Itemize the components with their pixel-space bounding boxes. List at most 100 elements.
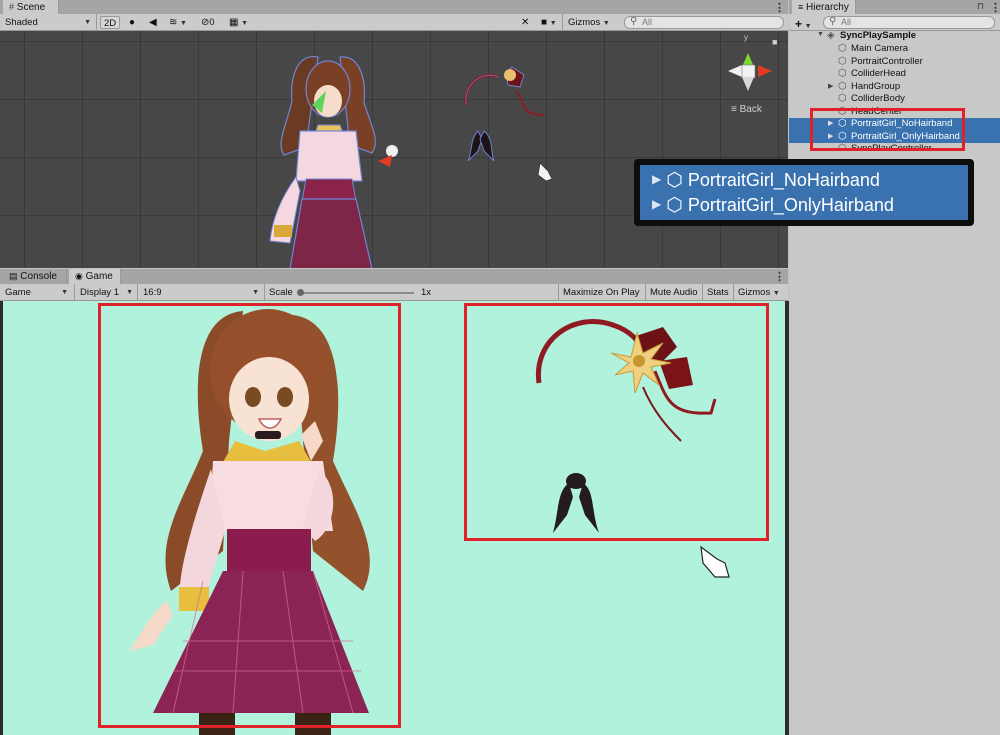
game-toolbar: Game ▼ Display 1 ▼ 16:9 ▼ Scale 1x Maxim… — [0, 284, 788, 301]
game-menu-icon[interactable]: ⋮ — [774, 270, 785, 283]
divider — [74, 284, 75, 301]
hierarchy-root-row[interactable]: ▼ ◈ SyncPlaySample — [789, 30, 1000, 43]
highlight-girl-box — [98, 303, 401, 728]
hierarchy-item-hand-group[interactable]: ▶ ⬡ HandGroup — [789, 81, 1000, 94]
mode-2d-toggle[interactable]: 2D — [100, 16, 121, 29]
orientation-gizmo[interactable] — [728, 53, 772, 91]
chevron-down-icon[interactable]: ▼ — [817, 31, 824, 38]
add-icon: + — [795, 17, 803, 31]
aspect-dropdown[interactable]: 16:9 ▼ — [140, 285, 262, 300]
tab-game[interactable]: ◉ Game — [69, 269, 121, 284]
zoom-callout: ▶ ⬡ PortraitGirl_NoHairband ▶ ⬡ Portrait… — [634, 159, 974, 226]
callout-item-onlyhairband: ▶ ⬡ PortraitGirl_OnlyHairband — [652, 194, 894, 218]
shading-mode-dropdown[interactable]: Shaded ▼ — [2, 15, 94, 30]
chevron-down-icon: ▼ — [772, 290, 780, 297]
divider — [702, 284, 703, 301]
scene-search-placeholder: All — [642, 17, 653, 27]
zoom-callout-inner: ▶ ⬡ PortraitGirl_NoHairband ▶ ⬡ Portrait… — [640, 165, 968, 220]
search-icon: ⚲ — [630, 16, 638, 27]
speaker-icon: ◀ — [149, 17, 157, 28]
hierarchy-item-collider-head[interactable]: ⬡ ColliderHead — [789, 68, 1000, 81]
scene-search-input[interactable]: ⚲ All — [624, 16, 784, 29]
gameobject-icon: ⬡ — [666, 170, 683, 191]
hierarchy-item-label: Main Camera — [851, 43, 909, 54]
hierarchy-search-input[interactable]: ⚲ All — [823, 16, 995, 29]
chevron-right-icon: ▶ — [652, 197, 662, 211]
tab-console[interactable]: ▤ Console — [3, 269, 67, 284]
unity-scene-icon: ◈ — [827, 30, 835, 41]
list-icon: ≡ — [798, 2, 804, 12]
tools-toggle[interactable]: ✕ — [518, 15, 532, 30]
gizmos-dropdown[interactable]: Gizmos ▼ — [565, 15, 613, 30]
gameobject-icon: ⬡ — [666, 195, 683, 216]
display-label: Display 1 — [80, 287, 120, 298]
camera-dropdown[interactable]: ■ ▼ — [538, 15, 560, 30]
mute-audio-toggle[interactable]: Mute Audio — [647, 285, 701, 300]
game-viewport[interactable] — [3, 301, 785, 735]
scale-slider[interactable] — [297, 289, 414, 296]
scale-slider-thumb[interactable] — [297, 289, 304, 296]
scene-girl-figure[interactable] — [269, 56, 376, 268]
divider — [96, 14, 97, 31]
chevron-right-icon[interactable]: ▶ — [828, 82, 833, 90]
shading-mode-label: Shaded — [5, 17, 38, 28]
gizmos-label: Gizmos — [568, 17, 601, 28]
stats-toggle[interactable]: Stats — [704, 285, 732, 300]
console-icon: ▤ — [9, 271, 18, 281]
hierarchy-item-collider-body[interactable]: ⬡ ColliderBody — [789, 93, 1000, 106]
view-mode-dropdown[interactable]: Game ▼ — [2, 285, 72, 300]
divider — [562, 14, 563, 31]
callout-item-label: PortraitGirl_OnlyHairband — [687, 195, 894, 215]
divider — [733, 284, 734, 301]
chevron-down-icon: ▼ — [602, 20, 610, 27]
chevron-down-icon: ▼ — [84, 19, 91, 26]
hierarchy-item-portrait-controller[interactable]: ⬡ PortraitController — [789, 56, 1000, 69]
highlight-hierarchy-box — [810, 108, 965, 151]
tab-game-label: Game — [85, 271, 113, 282]
tab-scene[interactable]: # Scene — [3, 0, 59, 15]
hierarchy-panel: ≡ Hierarchy ⊓ ⋮ + ▼ ⚲ All ▼ ◈ SyncPlaySa… — [789, 0, 1000, 735]
hand-cursor-icon — [700, 545, 730, 578]
hierarchy-item-label: ColliderBody — [851, 93, 905, 104]
chevron-down-icon: ▼ — [180, 20, 187, 27]
hidden-objects-toggle[interactable]: ⊘0 — [198, 15, 217, 30]
audio-toggle[interactable]: ◀ — [146, 15, 160, 30]
lock-icon[interactable]: ■ — [772, 37, 777, 47]
divider — [264, 284, 265, 301]
mode-2d-label: 2D — [104, 18, 117, 29]
scale-label: Scale — [269, 287, 293, 298]
callout-item-label: PortraitGirl_NoHairband — [687, 170, 880, 190]
divider — [137, 284, 138, 301]
chevron-down-icon: ▼ — [804, 23, 812, 30]
tab-hierarchy[interactable]: ≡ Hierarchy — [792, 0, 856, 15]
gameobject-icon: ⬡ — [838, 43, 847, 54]
gameobject-icon: ⬡ — [838, 80, 847, 92]
grid-dropdown[interactable]: ▦ ▼ — [226, 15, 251, 30]
scene-hand-gizmo[interactable] — [537, 162, 553, 182]
scene-hairband-object[interactable] — [464, 66, 545, 116]
grid-icon: # — [9, 2, 15, 12]
camera-icon: ■ — [541, 17, 548, 28]
lighting-toggle[interactable]: ● — [126, 15, 138, 30]
back-label[interactable]: ≡ Back — [731, 104, 762, 115]
display-dropdown[interactable]: Display 1 ▼ — [77, 285, 135, 300]
scene-viewport[interactable]: ■ y ≡ Back — [0, 31, 788, 268]
hierarchy-item-label: HandGroup — [851, 80, 901, 92]
search-icon: ⚲ — [829, 16, 837, 27]
scene-bow-object[interactable] — [467, 130, 495, 162]
effects-dropdown[interactable]: ≋ ▼ — [166, 15, 190, 30]
view-mode-label: Game — [5, 287, 31, 298]
tab-console-label: Console — [20, 271, 57, 282]
add-object-dropdown[interactable]: + ▼ — [792, 15, 815, 31]
maximize-on-play-toggle[interactable]: Maximize On Play — [560, 285, 643, 300]
hierarchy-item-main-camera[interactable]: ⬡ Main Camera — [789, 43, 1000, 56]
scene-menu-icon[interactable]: ⋮ — [774, 1, 785, 14]
scene-light-gizmo[interactable] — [378, 145, 398, 167]
scene-tabbar: # Scene ⋮ — [0, 0, 788, 15]
game-gizmos-dropdown[interactable]: Gizmos ▼ — [735, 285, 783, 300]
lock-icon[interactable]: ⊓ — [977, 1, 984, 12]
chevron-down-icon: ▼ — [241, 20, 249, 27]
aspect-label: 16:9 — [143, 287, 162, 298]
hierarchy-menu-icon[interactable]: ⋮ — [990, 1, 1000, 14]
axis-y-label: y — [744, 33, 748, 42]
